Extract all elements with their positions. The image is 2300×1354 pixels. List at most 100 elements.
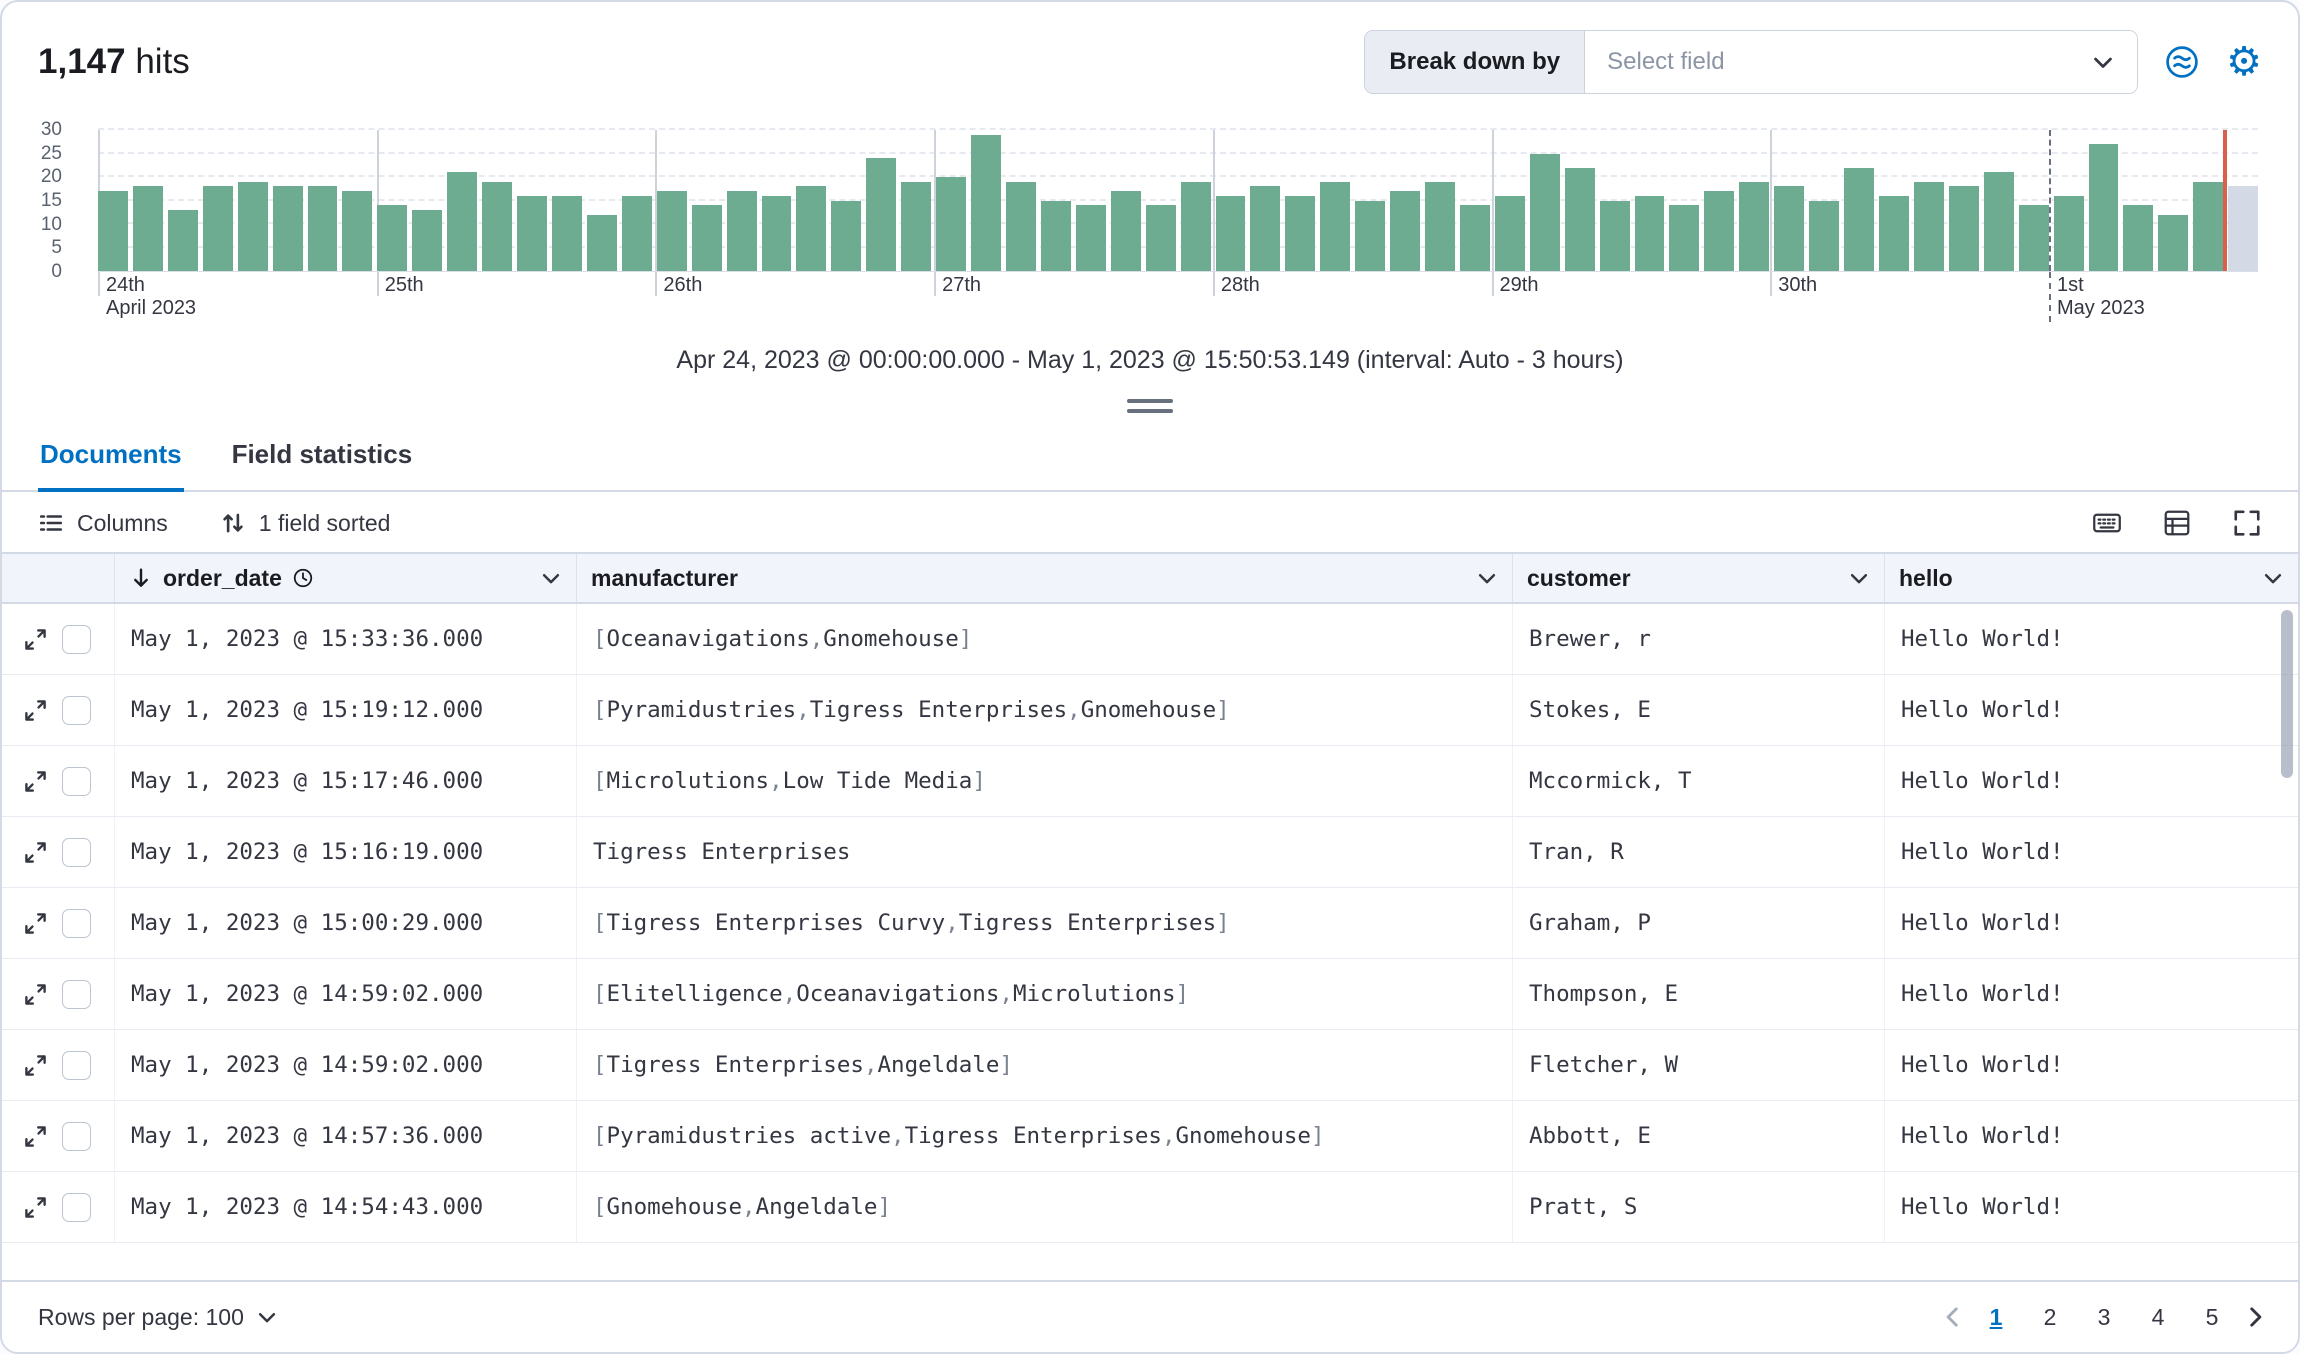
- histogram-bar[interactable]: [1529, 153, 1560, 271]
- histogram-bar[interactable]: [202, 186, 233, 271]
- histogram-bar[interactable]: [1215, 195, 1246, 271]
- histogram-bar[interactable]: [272, 186, 303, 271]
- histogram-bar[interactable]: [866, 158, 897, 271]
- chevron-down-icon[interactable]: [540, 567, 562, 589]
- histogram-bar[interactable]: [1180, 181, 1211, 271]
- select-row-checkbox[interactable]: [62, 908, 91, 938]
- sort-fields-button[interactable]: 1 field sorted: [220, 510, 390, 537]
- chevron-down-icon[interactable]: [1848, 567, 1870, 589]
- histogram-bar[interactable]: [1285, 195, 1316, 271]
- histogram-bar[interactable]: [482, 181, 513, 271]
- columns-button[interactable]: Columns: [38, 510, 168, 537]
- histogram-bar[interactable]: [1634, 195, 1665, 271]
- next-page-button[interactable]: [2242, 1304, 2268, 1330]
- histogram-bar[interactable]: [2158, 214, 2189, 271]
- previous-page-button[interactable]: [1940, 1304, 1966, 1330]
- histogram-bar[interactable]: [761, 195, 792, 271]
- expand-document-icon[interactable]: [22, 768, 49, 795]
- select-row-checkbox[interactable]: [62, 1192, 91, 1222]
- histogram-bar[interactable]: [1669, 205, 1700, 271]
- histogram-bar[interactable]: [517, 195, 547, 271]
- histogram-bar[interactable]: [1145, 205, 1176, 271]
- histogram-bar[interactable]: [1075, 205, 1106, 271]
- expand-document-icon[interactable]: [22, 839, 49, 866]
- column-header-customer[interactable]: customer: [1513, 554, 1885, 602]
- histogram-bar[interactable]: [1005, 181, 1036, 271]
- display-options-icon[interactable]: [2162, 508, 2192, 538]
- histogram-bar[interactable]: [551, 195, 582, 271]
- select-row-checkbox[interactable]: [62, 624, 91, 654]
- histogram-bar[interactable]: [412, 209, 443, 271]
- histogram-bar[interactable]: [656, 191, 687, 271]
- histogram-bar[interactable]: [237, 181, 268, 271]
- histogram-bar[interactable]: [2123, 205, 2154, 271]
- histogram-bar[interactable]: [1913, 181, 1944, 271]
- expand-document-icon[interactable]: [22, 626, 49, 653]
- expand-document-icon[interactable]: [22, 981, 49, 1008]
- column-header-hello[interactable]: hello: [1885, 554, 2298, 602]
- histogram-bar[interactable]: [1320, 181, 1351, 271]
- expand-document-icon[interactable]: [22, 1194, 49, 1221]
- tab-field-statistics[interactable]: Field statistics: [230, 427, 415, 490]
- histogram-bar[interactable]: [98, 191, 128, 271]
- histogram-bar[interactable]: [342, 191, 373, 271]
- page-2-button[interactable]: 2: [2026, 1293, 2074, 1341]
- histogram-bar[interactable]: [1355, 200, 1386, 271]
- histogram-bar[interactable]: [307, 186, 338, 271]
- expand-document-icon[interactable]: [22, 697, 49, 724]
- histogram-bar[interactable]: [377, 205, 408, 271]
- panel-resize-handle[interactable]: [1127, 399, 1173, 413]
- histogram-bar[interactable]: [586, 214, 617, 271]
- column-header-order-date[interactable]: order_date: [115, 554, 577, 602]
- expand-document-icon[interactable]: [22, 1052, 49, 1079]
- select-row-checkbox[interactable]: [62, 766, 91, 796]
- fullscreen-icon[interactable]: [2232, 508, 2262, 538]
- keyboard-shortcuts-icon[interactable]: [2092, 508, 2122, 538]
- histogram-bar[interactable]: [447, 172, 478, 271]
- page-1-button[interactable]: 1: [1972, 1293, 2020, 1341]
- chart-options-icon[interactable]: [2164, 44, 2200, 80]
- vertical-scrollbar[interactable]: [2281, 610, 2293, 778]
- histogram-bar[interactable]: [621, 195, 652, 271]
- histogram-bar[interactable]: [1774, 186, 1805, 271]
- histogram-bar[interactable]: [132, 186, 163, 271]
- histogram-bar[interactable]: [691, 205, 722, 271]
- select-row-checkbox[interactable]: [62, 695, 91, 725]
- histogram-bar[interactable]: [1564, 167, 1595, 271]
- histogram-bar[interactable]: [936, 177, 967, 271]
- histogram-bar[interactable]: [2193, 181, 2224, 271]
- histogram-bar[interactable]: [1809, 200, 1840, 271]
- histogram-bar[interactable]: [726, 191, 757, 271]
- histogram-bar[interactable]: [831, 200, 862, 271]
- chevron-down-icon[interactable]: [2262, 567, 2284, 589]
- histogram-bar[interactable]: [1879, 195, 1909, 271]
- breakdown-field-select[interactable]: Select field: [1585, 31, 2138, 93]
- histogram-bar[interactable]: [1390, 191, 1421, 271]
- histogram-bar[interactable]: [1983, 172, 2014, 271]
- histogram-bar[interactable]: [1494, 195, 1525, 271]
- page-3-button[interactable]: 3: [2080, 1293, 2128, 1341]
- histogram-bar[interactable]: [2053, 195, 2084, 271]
- histogram-bar[interactable]: [2088, 144, 2119, 271]
- page-4-button[interactable]: 4: [2134, 1293, 2182, 1341]
- select-row-checkbox[interactable]: [62, 837, 91, 867]
- page-5-button[interactable]: 5: [2188, 1293, 2236, 1341]
- histogram-bar[interactable]: [1948, 186, 1979, 271]
- histogram-bar[interactable]: [2228, 186, 2259, 271]
- gear-icon[interactable]: ⚙: [2226, 42, 2262, 82]
- histogram-bar[interactable]: [1425, 181, 1455, 271]
- histogram-bar[interactable]: [1110, 191, 1141, 271]
- histogram-bar[interactable]: [1844, 167, 1875, 271]
- histogram-bar[interactable]: [1599, 200, 1630, 271]
- rows-per-page-button[interactable]: Rows per page: 100: [38, 1304, 278, 1331]
- histogram-bar[interactable]: [1250, 186, 1281, 271]
- histogram-bar[interactable]: [1739, 181, 1770, 271]
- expand-document-icon[interactable]: [22, 910, 49, 937]
- histogram-bar[interactable]: [1459, 205, 1490, 271]
- histogram-bar[interactable]: [167, 209, 198, 271]
- column-header-manufacturer[interactable]: manufacturer: [577, 554, 1513, 602]
- select-row-checkbox[interactable]: [62, 979, 91, 1009]
- tab-documents[interactable]: Documents: [38, 427, 184, 492]
- histogram-bar[interactable]: [901, 181, 932, 271]
- select-row-checkbox[interactable]: [62, 1121, 91, 1151]
